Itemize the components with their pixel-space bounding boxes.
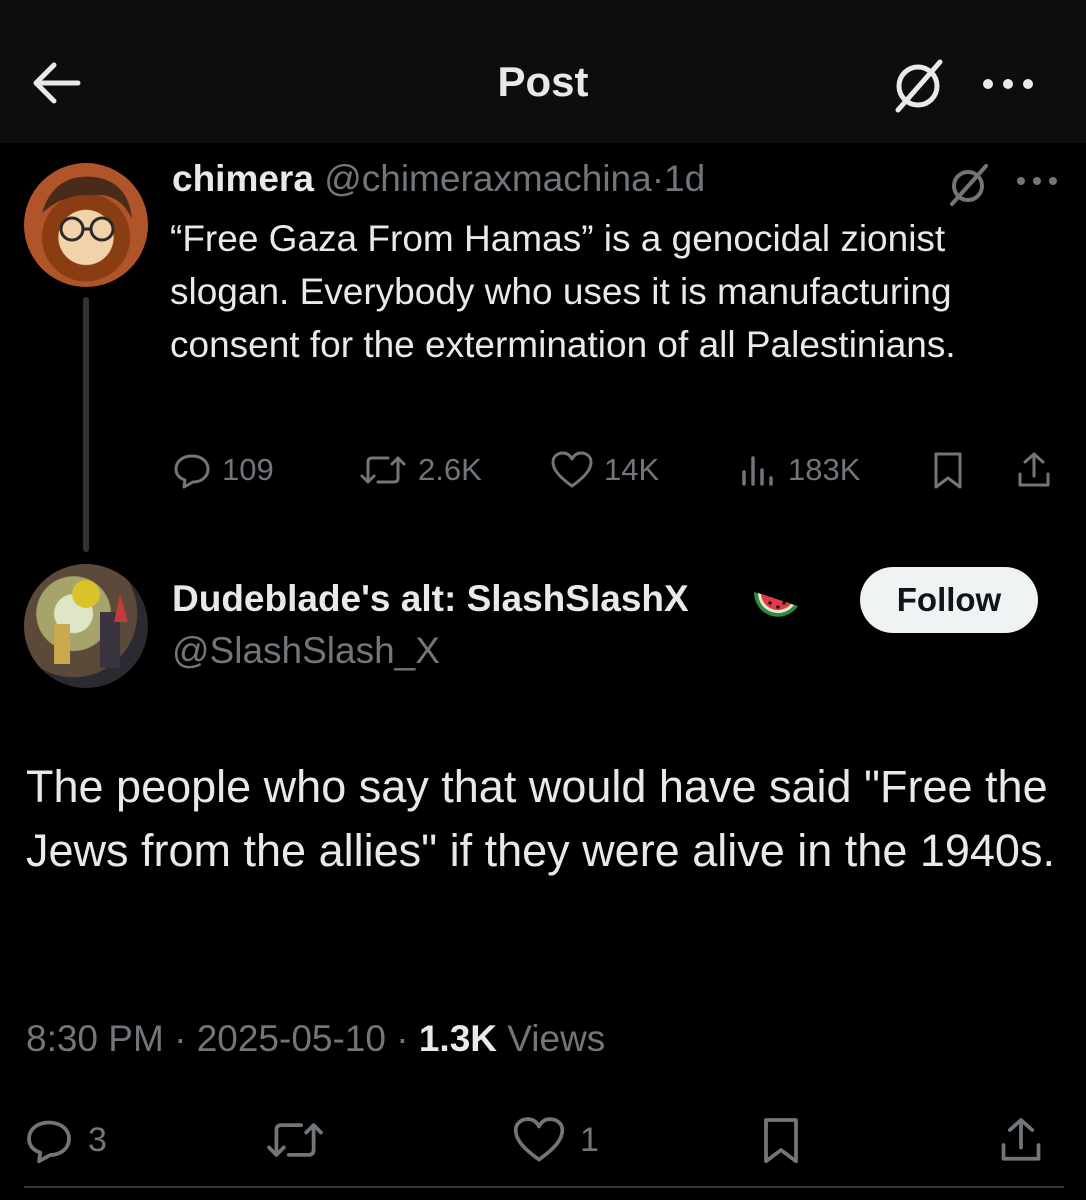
share-button[interactable] (996, 1105, 1060, 1175)
divider (24, 1186, 1064, 1188)
separator: · (396, 1018, 409, 1059)
like-button[interactable]: 1 (512, 1105, 599, 1175)
heart-icon (513, 1117, 565, 1162)
follow-button[interactable]: Follow (860, 567, 1038, 633)
parent-post-actions: 109 2.6K 14K 183K (172, 440, 1062, 500)
post-date: 2025-05-10 (196, 1018, 386, 1059)
parent-post-text: “Free Gaza From Hamas” is a genocidal zi… (170, 218, 956, 365)
thread-connector-line (83, 297, 89, 552)
avatar[interactable] (24, 163, 148, 287)
separator: · (174, 1018, 187, 1059)
repost-button[interactable] (264, 1105, 340, 1175)
reply-icon (174, 454, 210, 489)
grok-icon[interactable] (944, 160, 992, 208)
handle[interactable]: @chimeraxmachina (324, 158, 652, 199)
main-post-actions: 3 1 (24, 1105, 1064, 1175)
reply-count: 3 (88, 1120, 107, 1159)
heart-icon (551, 451, 593, 488)
parent-post-author[interactable]: chimera @chimeraxmachina·1d (172, 158, 705, 200)
like-button[interactable]: 14K (550, 440, 659, 500)
like-count: 1 (580, 1120, 599, 1159)
separator: · (651, 158, 665, 199)
share-icon (1018, 452, 1050, 487)
reply-count: 109 (222, 452, 274, 487)
post-time: 8:30 PM (26, 1018, 164, 1059)
repost-icon (267, 1123, 323, 1157)
views-label[interactable]: Views (507, 1018, 605, 1059)
display-name[interactable]: chimera (172, 158, 314, 199)
more-options-icon[interactable] (978, 66, 1038, 102)
views-count[interactable]: 1.3K (419, 1018, 497, 1059)
views-button[interactable]: 183K (738, 440, 860, 500)
bookmark-icon (934, 452, 962, 489)
repost-button[interactable]: 2.6K (358, 440, 482, 500)
post-metadata: 8:30 PM · 2025-05-10 · 1.3K Views (26, 1018, 605, 1060)
bookmark-button[interactable] (928, 440, 978, 500)
like-count: 14K (604, 452, 660, 487)
reply-button[interactable]: 109 (172, 440, 274, 500)
watermelon-icon (750, 582, 802, 626)
repost-icon (360, 456, 406, 484)
share-icon (1001, 1118, 1041, 1161)
reply-icon (27, 1120, 71, 1164)
grok-icon[interactable] (888, 56, 948, 116)
views-icon (742, 456, 773, 486)
more-options-icon[interactable] (1012, 166, 1062, 196)
reply-button[interactable]: 3 (24, 1105, 107, 1175)
share-button[interactable] (1014, 440, 1064, 500)
views-count: 183K (788, 452, 861, 487)
top-bar: Post (0, 0, 1086, 143)
main-post-handle[interactable]: @SlashSlash_X (172, 630, 440, 672)
avatar[interactable] (24, 564, 148, 688)
repost-count: 2.6K (418, 452, 482, 487)
bookmark-button[interactable] (756, 1105, 820, 1175)
main-post-text: The people who say that would have said … (26, 761, 1055, 876)
bookmark-icon (764, 1118, 798, 1164)
post-age[interactable]: 1d (664, 158, 705, 199)
main-post-display-name[interactable]: Dudeblade's alt: SlashSlashX (172, 578, 689, 620)
